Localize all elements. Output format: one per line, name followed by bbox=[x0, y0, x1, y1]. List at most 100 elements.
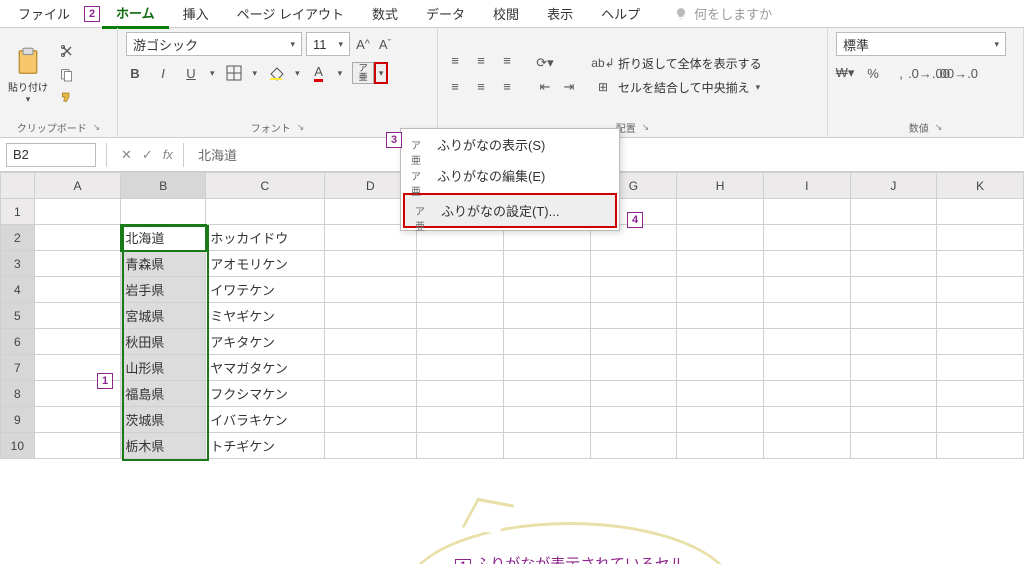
cell-B10[interactable]: 栃木県 bbox=[121, 433, 206, 459]
tab-file[interactable]: ファイル bbox=[4, 0, 84, 27]
accounting-format-button[interactable]: ₩▾ bbox=[836, 64, 854, 82]
border-button[interactable] bbox=[225, 64, 243, 82]
formula-input[interactable]: 北海道 bbox=[183, 143, 237, 167]
annotation-2: 2 bbox=[84, 6, 100, 22]
cell-B4[interactable]: 岩手県 bbox=[121, 277, 206, 303]
increase-indent-button[interactable]: ⇥ bbox=[560, 78, 578, 96]
cell-C4[interactable]: イワテケン bbox=[206, 277, 324, 303]
align-middle-button[interactable]: ≡ bbox=[472, 51, 490, 69]
tab-page-layout[interactable]: ページ レイアウト bbox=[223, 0, 358, 27]
cell-C2[interactable]: ホッカイドウ bbox=[206, 225, 324, 251]
bucket-icon bbox=[268, 65, 284, 81]
fill-color-button[interactable] bbox=[267, 64, 285, 82]
cell-C9[interactable]: イバラキケン bbox=[206, 407, 324, 433]
paste-button[interactable]: 貼り付け ▾ bbox=[8, 45, 48, 105]
furigana-show-item[interactable]: ア亜 ふりがなの表示(S) bbox=[401, 129, 619, 160]
tab-view[interactable]: 表示 bbox=[533, 0, 587, 27]
callout-number: 1 bbox=[455, 559, 471, 564]
cell-B2[interactable]: 北海道 bbox=[121, 225, 206, 251]
font-name-select[interactable]: 游ゴシック▾ bbox=[126, 32, 302, 56]
scissors-icon bbox=[59, 43, 75, 59]
group-number-label: 数値 bbox=[909, 120, 929, 135]
col-header-B[interactable]: B bbox=[121, 173, 206, 199]
align-center-button[interactable]: ≡ bbox=[472, 77, 490, 95]
copy-button[interactable] bbox=[58, 66, 76, 84]
row-header[interactable]: 4 bbox=[1, 277, 35, 303]
dialog-launcher-icon[interactable]: ↘ bbox=[642, 122, 650, 133]
furigana-settings-item[interactable]: ア亜 ふりがなの設定(T)... bbox=[403, 193, 617, 228]
cell-C6[interactable]: アキタケン bbox=[206, 329, 324, 355]
underline-button[interactable]: U bbox=[182, 64, 200, 82]
decrease-decimal-button[interactable]: .00→.0 bbox=[948, 64, 966, 82]
group-number: 標準▾ ₩▾ % , .0→.00 .00→.0 数値↘ bbox=[828, 28, 1024, 137]
italic-button[interactable]: I bbox=[154, 64, 172, 82]
tell-me[interactable]: 何をしますか bbox=[674, 4, 772, 23]
tab-insert[interactable]: 挿入 bbox=[169, 0, 223, 27]
row-header[interactable]: 5 bbox=[1, 303, 35, 329]
cell-B6[interactable]: 秋田県 bbox=[121, 329, 206, 355]
name-box[interactable]: B2 bbox=[6, 143, 96, 167]
cell-B3[interactable]: 青森県 bbox=[121, 251, 206, 277]
cell-B5[interactable]: 宮城県 bbox=[121, 303, 206, 329]
col-header-K[interactable]: K bbox=[937, 173, 1024, 199]
row-header[interactable]: 1 bbox=[1, 199, 35, 225]
align-right-button[interactable]: ≡ bbox=[498, 77, 516, 95]
cancel-formula-button[interactable]: ✕ bbox=[121, 147, 132, 163]
dialog-launcher-icon[interactable]: ↘ bbox=[297, 122, 305, 133]
cell-C7[interactable]: ヤマガタケン bbox=[206, 355, 324, 381]
decrease-font-button[interactable]: Aˇ bbox=[376, 35, 394, 53]
cell-C3[interactable]: アオモリケン bbox=[206, 251, 324, 277]
furigana-dropdown-button[interactable]: ▾ bbox=[374, 62, 388, 84]
font-color-button[interactable]: A bbox=[310, 64, 328, 82]
row-header[interactable]: 2 bbox=[1, 225, 35, 251]
number-format-select[interactable]: 標準▾ bbox=[836, 32, 1006, 56]
cell-C5[interactable]: ミヤギケン bbox=[206, 303, 324, 329]
dialog-launcher-icon[interactable]: ↘ bbox=[935, 122, 943, 133]
align-top-button[interactable]: ≡ bbox=[446, 51, 464, 69]
wrap-text-button[interactable]: ab↲折り返して全体を表示する bbox=[594, 54, 762, 72]
furigana-edit-item[interactable]: ア亜 ふりがなの編集(E) bbox=[401, 160, 619, 191]
row-header[interactable]: 6 bbox=[1, 329, 35, 355]
merge-center-button[interactable]: ⊞セルを結合して中央揃え ▾ bbox=[594, 78, 762, 96]
cell-B9[interactable]: 茨城県 bbox=[121, 407, 206, 433]
format-painter-button[interactable] bbox=[58, 90, 76, 108]
cut-button[interactable] bbox=[58, 42, 76, 60]
row-header[interactable]: 8 bbox=[1, 381, 35, 407]
tab-help[interactable]: ヘルプ bbox=[587, 0, 654, 27]
tab-review[interactable]: 校閲 bbox=[479, 0, 533, 27]
lightbulb-icon bbox=[674, 7, 688, 21]
tab-formulas[interactable]: 数式 bbox=[358, 0, 412, 27]
col-header-I[interactable]: I bbox=[763, 173, 850, 199]
annotation-1: 1 bbox=[97, 373, 113, 389]
enter-formula-button[interactable]: ✓ bbox=[142, 147, 153, 163]
row-header[interactable]: 9 bbox=[1, 407, 35, 433]
cell-C8[interactable]: フクシマケン bbox=[206, 381, 324, 407]
row-header[interactable]: 7 bbox=[1, 355, 35, 381]
tab-home[interactable]: ホーム bbox=[102, 0, 169, 29]
cell-B8[interactable]: 福島県 bbox=[121, 381, 206, 407]
percent-format-button[interactable]: % bbox=[864, 64, 882, 82]
align-left-button[interactable]: ≡ bbox=[446, 77, 464, 95]
cell-B7[interactable]: 山形県 bbox=[121, 355, 206, 381]
cell-C10[interactable]: トチギケン bbox=[206, 433, 324, 459]
select-all-corner[interactable] bbox=[1, 173, 35, 199]
font-size-select[interactable]: 11▾ bbox=[306, 32, 350, 56]
dialog-launcher-icon[interactable]: ↘ bbox=[93, 122, 101, 133]
insert-function-button[interactable]: fx bbox=[163, 147, 173, 162]
furigana-icon: ア亜 bbox=[411, 168, 427, 184]
align-bottom-button[interactable]: ≡ bbox=[498, 51, 516, 69]
increase-font-button[interactable]: A^ bbox=[354, 35, 372, 53]
row-header[interactable]: 10 bbox=[1, 433, 35, 459]
col-header-A[interactable]: A bbox=[34, 173, 121, 199]
row-header[interactable]: 3 bbox=[1, 251, 35, 277]
orientation-button[interactable]: ⟳▾ bbox=[536, 54, 554, 72]
col-header-J[interactable]: J bbox=[850, 173, 937, 199]
col-header-H[interactable]: H bbox=[677, 173, 764, 199]
tab-data[interactable]: データ bbox=[412, 0, 479, 27]
furigana-button[interactable]: ア亜 bbox=[352, 62, 374, 84]
decrease-indent-button[interactable]: ⇤ bbox=[536, 78, 554, 96]
font-name-value: 游ゴシック bbox=[133, 35, 198, 54]
bold-button[interactable]: B bbox=[126, 64, 144, 82]
furigana-dropdown-menu: ア亜 ふりがなの表示(S) ア亜 ふりがなの編集(E) ア亜 ふりがなの設定(T… bbox=[400, 128, 620, 231]
col-header-C[interactable]: C bbox=[206, 173, 324, 199]
